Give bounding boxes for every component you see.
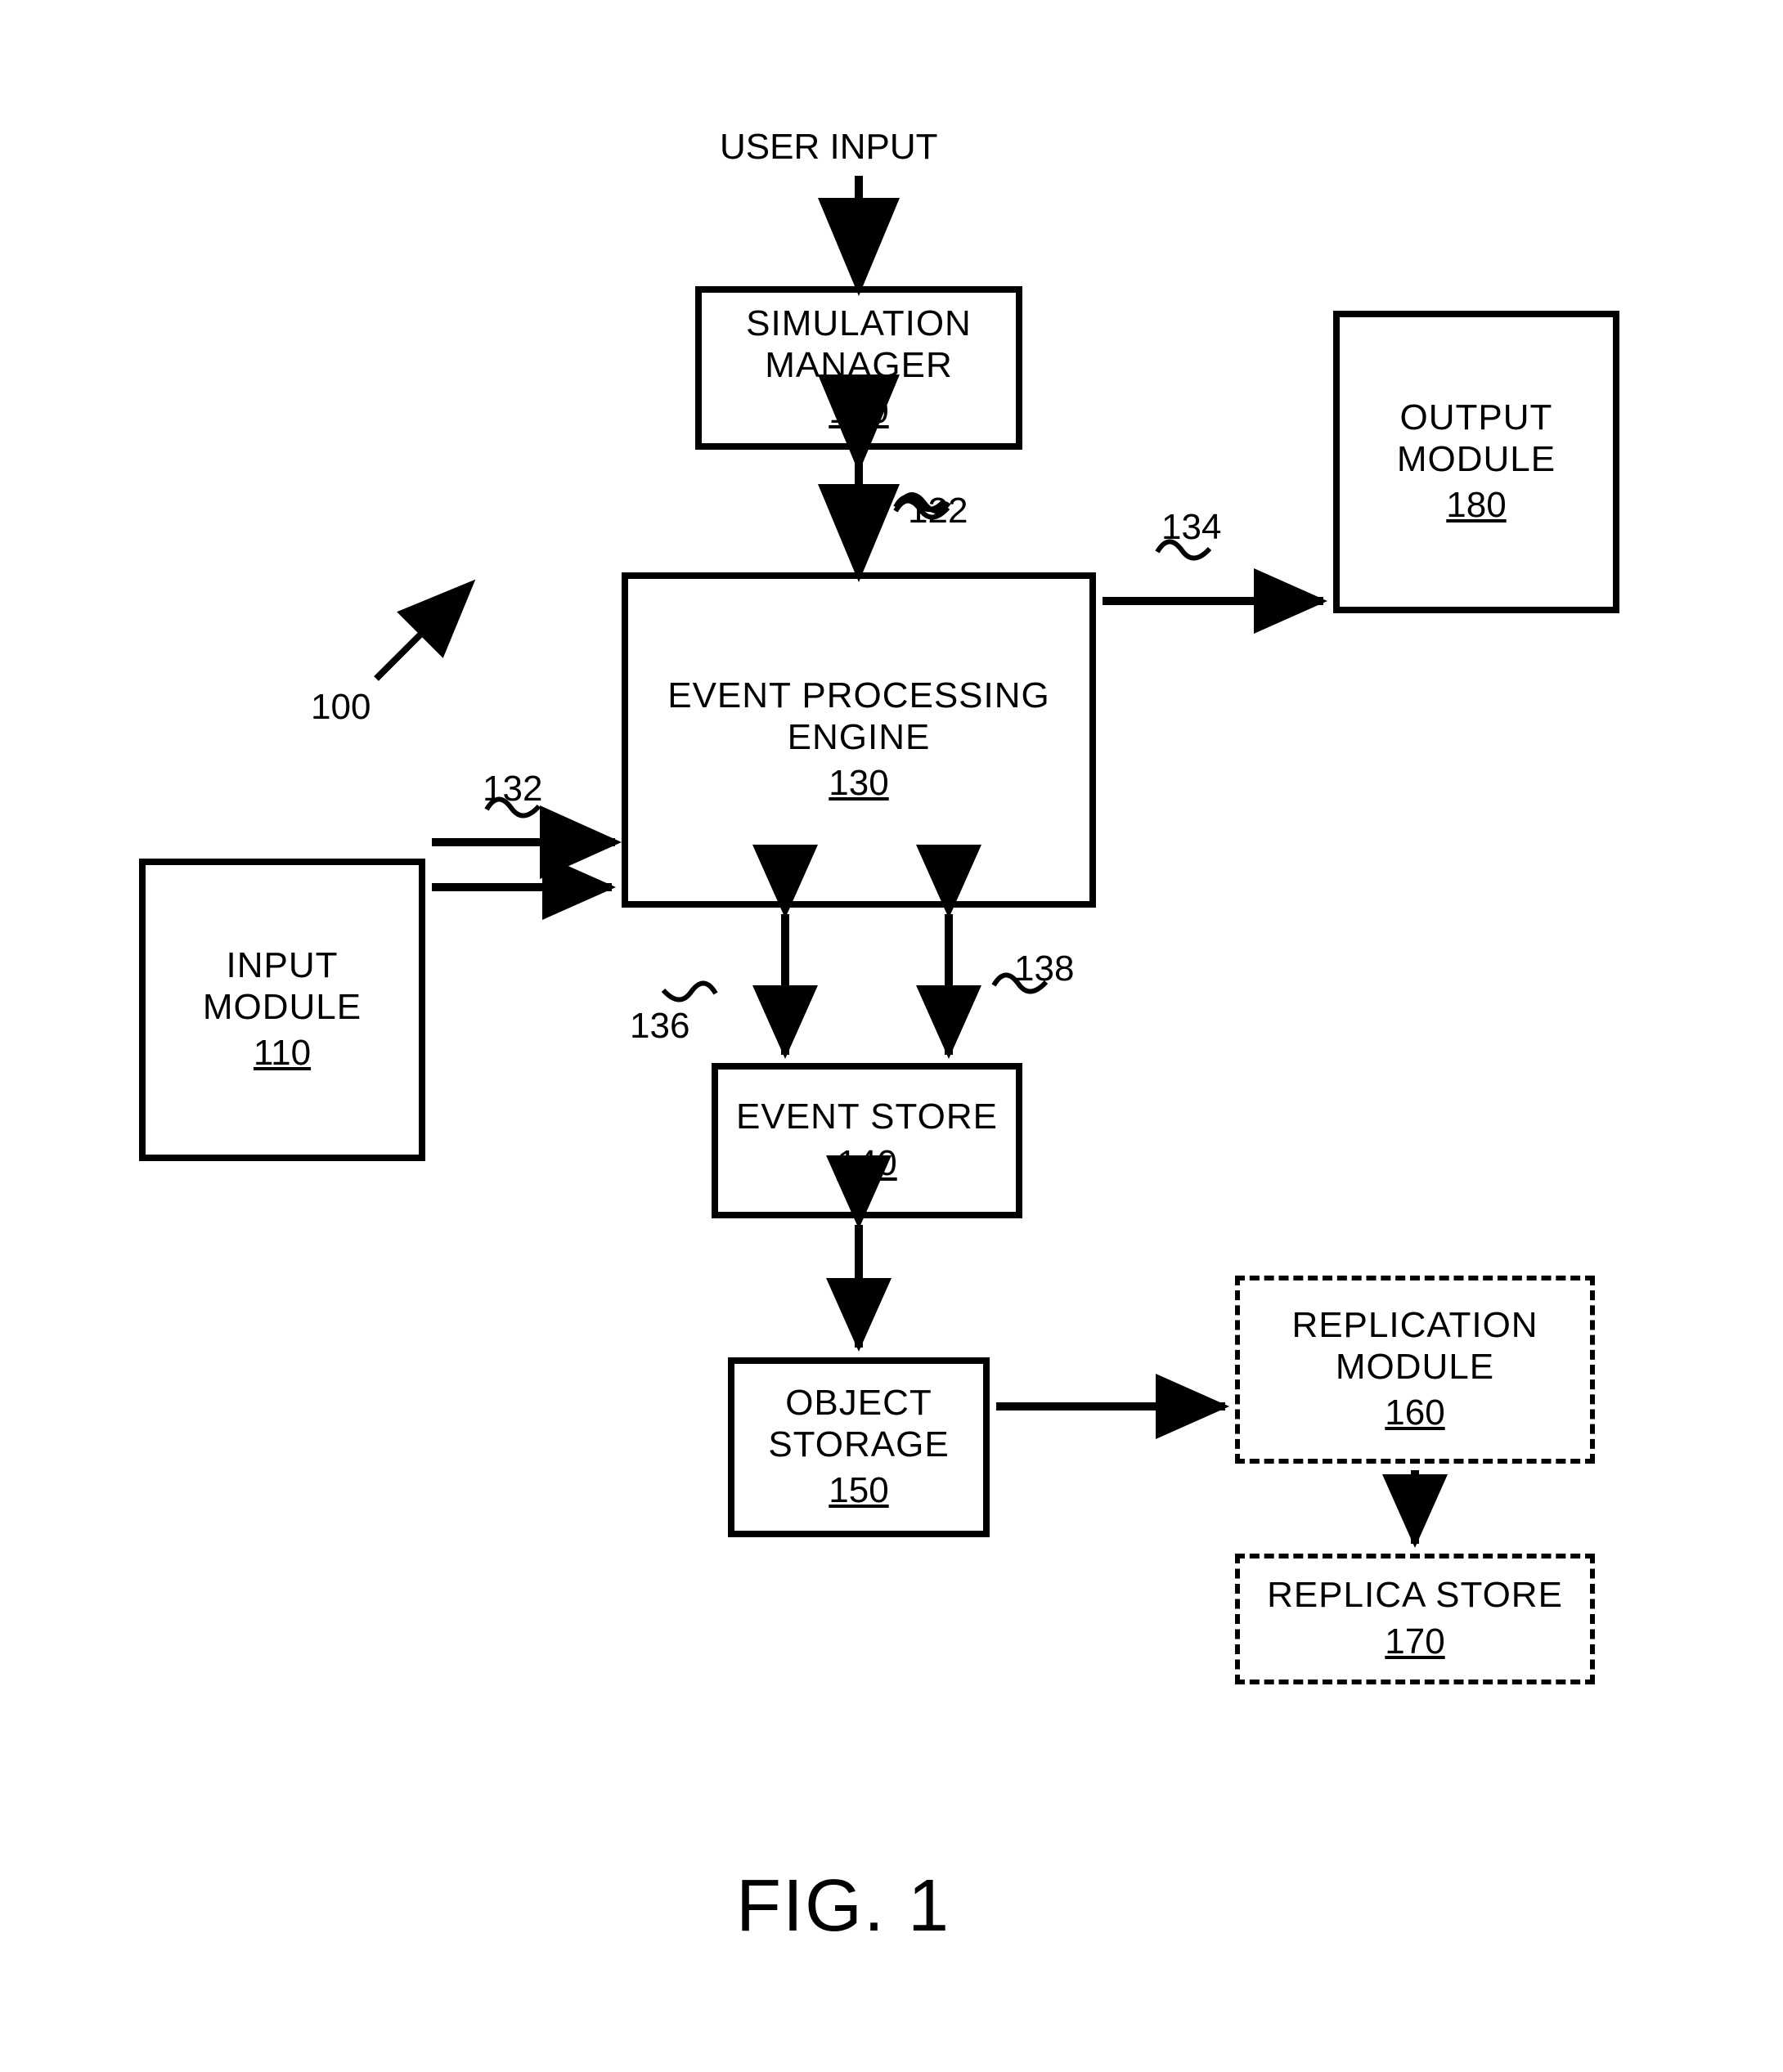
overall-ref-label: 100: [311, 687, 371, 728]
user-input-label: USER INPUT: [720, 127, 937, 168]
event-store-box: EVENT STORE 140: [712, 1063, 1022, 1218]
ref-138: 138: [1014, 949, 1074, 989]
simulation-manager-ref: 120: [829, 391, 888, 433]
input-module-title: INPUT MODULE: [146, 945, 419, 1028]
ref-136: 136: [630, 1006, 689, 1047]
epe-title: EVENT PROCESSING ENGINE: [646, 675, 1071, 758]
event-store-ref: 140: [837, 1143, 896, 1185]
replica-store-box: REPLICA STORE 170: [1235, 1554, 1595, 1684]
ref-134: 134: [1161, 507, 1221, 548]
replication-module-title: REPLICATIONMODULE: [1291, 1305, 1538, 1388]
object-storage-title: OBJECTSTORAGE: [768, 1383, 949, 1465]
figure-label: FIG. 1: [736, 1864, 950, 1949]
event-store-title: EVENT STORE: [736, 1097, 998, 1138]
replica-store-title: REPLICA STORE: [1267, 1575, 1563, 1617]
simulation-manager-box: SIMULATIONMANAGER 120: [695, 286, 1022, 450]
object-storage-box: OBJECTSTORAGE 150: [728, 1357, 990, 1537]
object-storage-ref: 150: [829, 1470, 888, 1512]
epe-ref: 130: [829, 763, 888, 805]
output-module-title: OUTPUTMODULE: [1397, 397, 1556, 480]
output-module-box: OUTPUTMODULE 180: [1333, 311, 1619, 613]
ref-132: 132: [483, 769, 542, 810]
replica-store-ref: 170: [1385, 1621, 1444, 1663]
diagram-canvas: 100 USER INPUT SIMULATIONMANAGER 120 INP…: [0, 0, 1783, 2072]
replication-module-ref: 160: [1385, 1393, 1444, 1434]
replication-module-box: REPLICATIONMODULE 160: [1235, 1276, 1595, 1464]
input-module-box: INPUT MODULE 110: [139, 859, 425, 1161]
input-module-ref: 110: [254, 1033, 311, 1074]
simulation-manager-title: SIMULATIONMANAGER: [746, 303, 972, 386]
output-module-ref: 180: [1446, 485, 1506, 527]
event-processing-engine-box: EVENT PROCESSING ENGINE 130: [622, 572, 1096, 908]
ref-122: 122: [908, 491, 968, 531]
